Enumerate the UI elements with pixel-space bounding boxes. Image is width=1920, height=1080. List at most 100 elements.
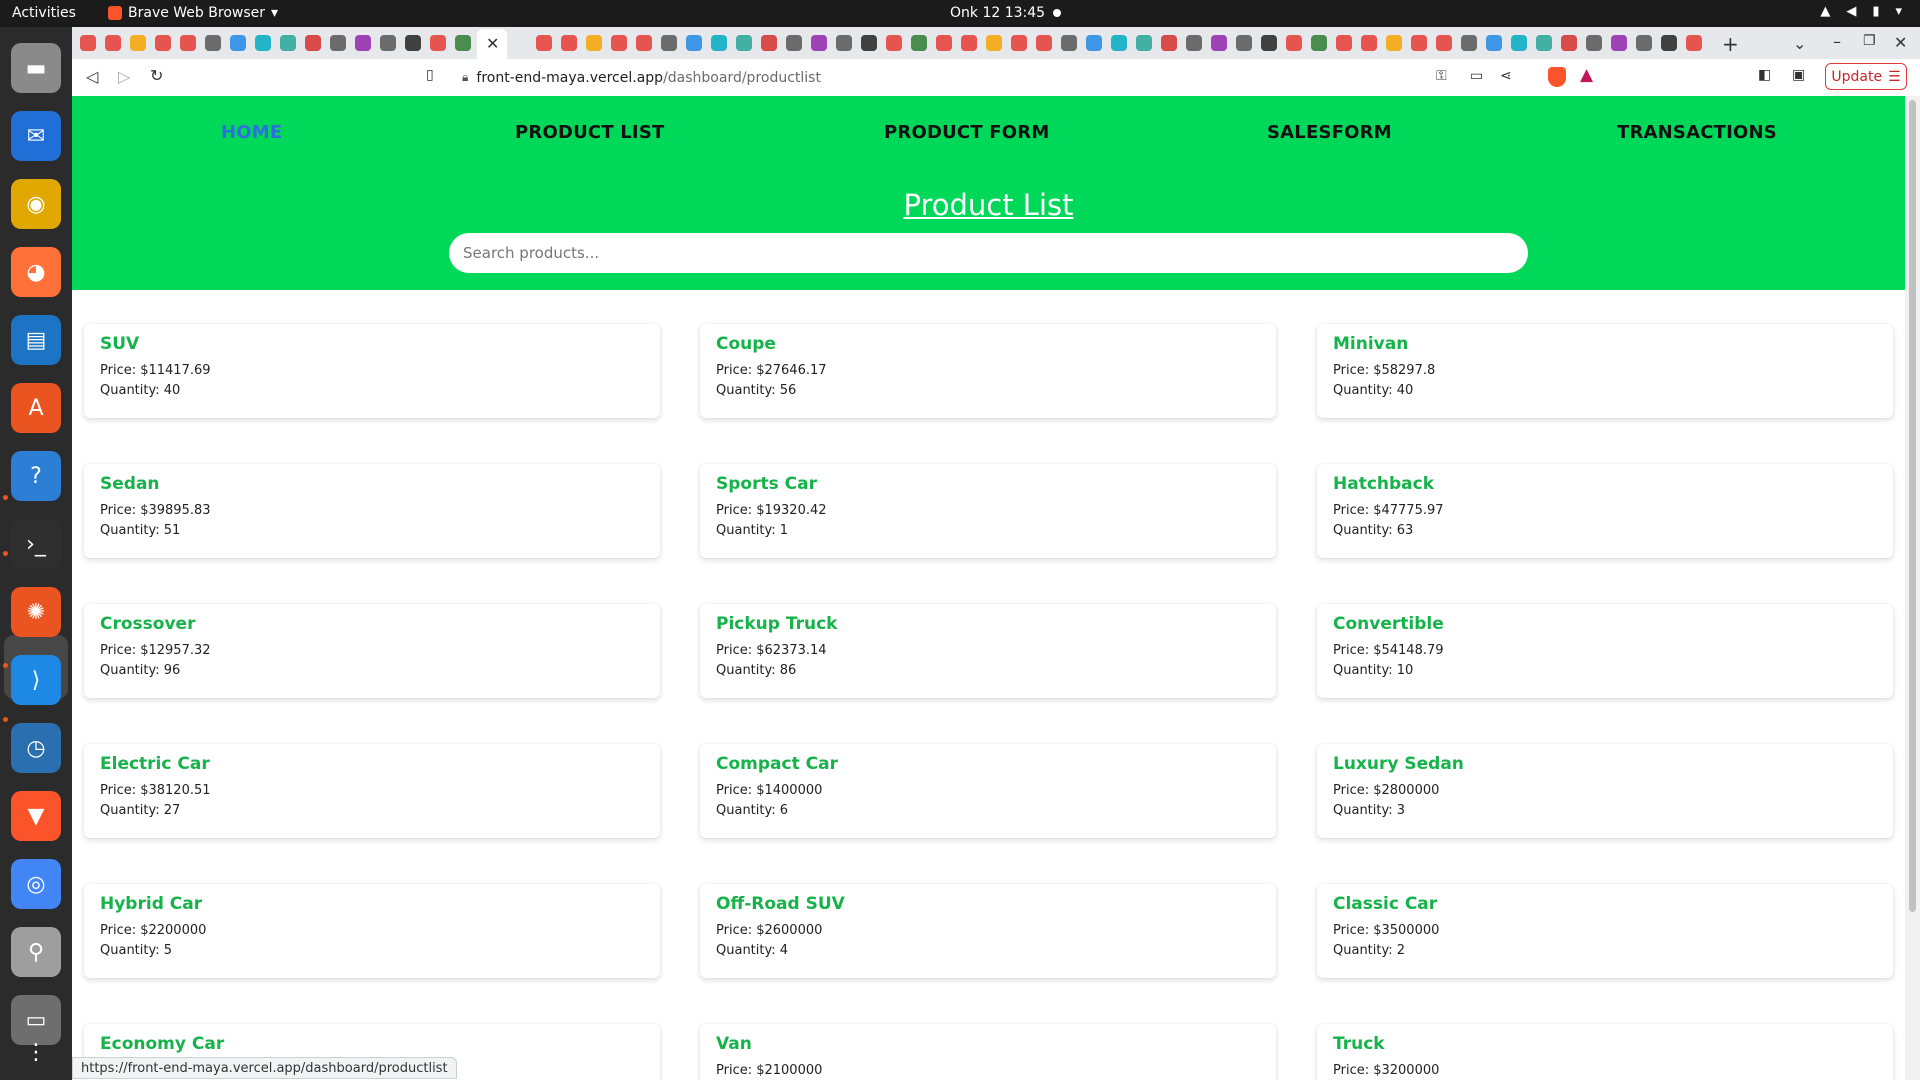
- product-card[interactable]: Sedan Price: $39895.83 Quantity: 51: [84, 464, 660, 558]
- tab-favicon-icon[interactable]: [1436, 35, 1452, 51]
- tab-favicon-icon[interactable]: [255, 35, 271, 51]
- close-window-icon[interactable]: ✕: [1894, 33, 1907, 52]
- product-card[interactable]: Classic Car Price: $3500000 Quantity: 2: [1317, 884, 1893, 978]
- tab-favicon-icon[interactable]: [936, 35, 952, 51]
- nav-product-form[interactable]: PRODUCT FORM: [884, 122, 1049, 143]
- tab-favicon-icon[interactable]: [1286, 35, 1302, 51]
- product-card[interactable]: Sports Car Price: $19320.42 Quantity: 1: [700, 464, 1276, 558]
- activities-button[interactable]: Activities: [12, 5, 76, 21]
- tab-favicon-icon[interactable]: [586, 35, 602, 51]
- tab-favicon-icon[interactable]: [405, 35, 421, 51]
- chrome-icon[interactable]: ◎: [11, 859, 61, 909]
- address-bar[interactable]: 🔒︎ front-end-maya.vercel.app/dashboard/p…: [456, 63, 1601, 92]
- app-center-icon[interactable]: A: [11, 383, 61, 433]
- terminal-icon[interactable]: ›_: [11, 519, 61, 569]
- product-card[interactable]: Truck Price: $3200000: [1317, 1024, 1893, 1080]
- product-card[interactable]: Compact Car Price: $1400000 Quantity: 6: [700, 744, 1276, 838]
- tab-favicon-icon[interactable]: [611, 35, 627, 51]
- tab-favicon-icon[interactable]: [1411, 35, 1427, 51]
- magnifier-icon[interactable]: ⚲: [11, 927, 61, 977]
- page-scrollbar[interactable]: [1905, 96, 1920, 1080]
- tab-favicon-icon[interactable]: [205, 35, 221, 51]
- tab-favicon-icon[interactable]: [130, 35, 146, 51]
- back-icon[interactable]: ◁: [86, 67, 98, 86]
- update-button[interactable]: Update ☰: [1825, 63, 1907, 90]
- tab-favicon-icon[interactable]: [1361, 35, 1377, 51]
- nav-salesform[interactable]: SALESFORM: [1267, 122, 1392, 143]
- tab-favicon-icon[interactable]: [986, 35, 1002, 51]
- nav-transactions[interactable]: TRANSACTIONS: [1617, 122, 1777, 143]
- tab-favicon-icon[interactable]: [1061, 35, 1077, 51]
- brave-rewards-icon[interactable]: ▲: [1580, 65, 1593, 85]
- product-card[interactable]: Pickup Truck Price: $62373.14 Quantity: 86: [700, 604, 1276, 698]
- product-card[interactable]: Off-Road SUV Price: $2600000 Quantity: 4: [700, 884, 1276, 978]
- wallet-icon[interactable]: ▣: [1792, 67, 1805, 83]
- tab-favicon-icon[interactable]: [155, 35, 171, 51]
- product-card[interactable]: Crossover Price: $12957.32 Quantity: 96: [84, 604, 660, 698]
- tab-favicon-icon[interactable]: [736, 35, 752, 51]
- tab-favicon-icon[interactable]: [455, 35, 471, 51]
- tab-favicon-icon[interactable]: [1661, 35, 1677, 51]
- product-card[interactable]: Hatchback Price: $47775.97 Quantity: 63: [1317, 464, 1893, 558]
- firefox-icon[interactable]: ◕: [11, 247, 61, 297]
- app-menu[interactable]: Brave Web Browser ▾: [108, 5, 278, 21]
- tab-favicon-icon[interactable]: [1111, 35, 1127, 51]
- tab-favicon-icon[interactable]: [1561, 35, 1577, 51]
- libreoffice-writer-icon[interactable]: ▤: [11, 315, 61, 365]
- forward-icon[interactable]: ▷: [118, 67, 130, 86]
- tab-favicon-icon[interactable]: [786, 35, 802, 51]
- sidebar-icon[interactable]: ◧: [1758, 67, 1771, 83]
- tab-favicon-icon[interactable]: [355, 35, 371, 51]
- close-tab-icon[interactable]: ✕: [486, 34, 499, 53]
- product-card[interactable]: Convertible Price: $54148.79 Quantity: 10: [1317, 604, 1893, 698]
- tab-favicon-icon[interactable]: [536, 35, 552, 51]
- tab-favicon-icon[interactable]: [305, 35, 321, 51]
- vscode-icon[interactable]: ⟩: [11, 655, 61, 705]
- tab-favicon-icon[interactable]: [180, 35, 196, 51]
- tab-favicon-icon[interactable]: [1461, 35, 1477, 51]
- reload-icon[interactable]: ↻: [150, 66, 163, 85]
- search-input[interactable]: [449, 233, 1528, 273]
- clock[interactable]: Onk 12 13:45: [950, 5, 1045, 21]
- tab-favicon-icon[interactable]: [430, 35, 446, 51]
- product-card[interactable]: Electric Car Price: $38120.51 Quantity: 27: [84, 744, 660, 838]
- tab-favicon-icon[interactable]: [1636, 35, 1652, 51]
- tab-favicon-icon[interactable]: [1486, 35, 1502, 51]
- minimize-icon[interactable]: –: [1833, 32, 1841, 51]
- tab-favicon-icon[interactable]: [861, 35, 877, 51]
- files-icon[interactable]: ▬: [11, 43, 61, 93]
- timer-icon[interactable]: ◷: [11, 723, 61, 773]
- cast-icon[interactable]: ▭: [1470, 68, 1483, 84]
- tab-favicon-icon[interactable]: [661, 35, 677, 51]
- tab-favicon-icon[interactable]: [1186, 35, 1202, 51]
- nav-home[interactable]: HOME: [221, 122, 282, 143]
- tab-favicon-icon[interactable]: [1161, 35, 1177, 51]
- tab-favicon-icon[interactable]: [1336, 35, 1352, 51]
- tab-favicon-icon[interactable]: [561, 35, 577, 51]
- key-icon[interactable]: ⚿: [1436, 68, 1447, 84]
- new-tab-icon[interactable]: +: [1722, 32, 1739, 56]
- tab-favicon-icon[interactable]: [380, 35, 396, 51]
- tab-favicon-icon[interactable]: [1386, 35, 1402, 51]
- tab-favicon-icon[interactable]: [1086, 35, 1102, 51]
- app-grid-icon[interactable]: ⋮: [11, 1027, 61, 1077]
- product-card[interactable]: Luxury Sedan Price: $2800000 Quantity: 3: [1317, 744, 1893, 838]
- tab-favicon-icon[interactable]: [911, 35, 927, 51]
- product-card[interactable]: Van Price: $2100000: [700, 1024, 1276, 1080]
- tab-favicon-icon[interactable]: [1511, 35, 1527, 51]
- tab-favicon-icon[interactable]: [1536, 35, 1552, 51]
- tab-favicon-icon[interactable]: [1236, 35, 1252, 51]
- tab-favicon-icon[interactable]: [105, 35, 121, 51]
- help-icon[interactable]: ?: [11, 451, 61, 501]
- product-card[interactable]: Hybrid Car Price: $2200000 Quantity: 5: [84, 884, 660, 978]
- share-icon[interactable]: ⋖: [1500, 68, 1512, 84]
- scrollbar-thumb[interactable]: [1909, 100, 1916, 912]
- tab-favicon-icon[interactable]: [811, 35, 827, 51]
- tab-favicon-icon[interactable]: [1586, 35, 1602, 51]
- nav-product-list[interactable]: PRODUCT LIST: [515, 122, 664, 143]
- tab-favicon-icon[interactable]: [961, 35, 977, 51]
- tab-favicon-icon[interactable]: [886, 35, 902, 51]
- tab-favicon-icon[interactable]: [1011, 35, 1027, 51]
- tab-favicon-icon[interactable]: [1261, 35, 1277, 51]
- tab-search-icon[interactable]: ⌄: [1793, 34, 1806, 53]
